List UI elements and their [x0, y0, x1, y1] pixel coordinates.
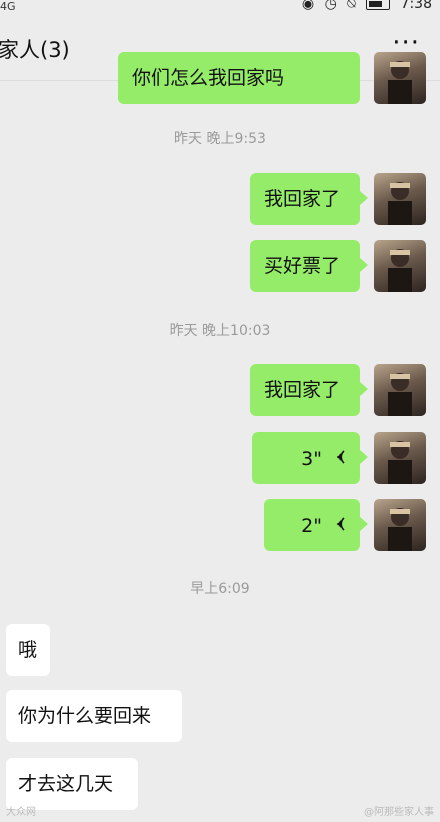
message-bubble-in[interactable]: 哦 — [6, 624, 50, 676]
message-bubble-out[interactable]: 我回家了 — [250, 364, 368, 416]
voice-wave-icon — [334, 433, 346, 485]
clock-icon: ◷ — [324, 0, 337, 12]
voice-wave-icon — [334, 500, 346, 552]
eye-icon: ◉ — [301, 0, 315, 12]
message-text: 买好票了 — [264, 255, 341, 277]
avatar[interactable] — [374, 52, 426, 104]
chat-title: 家人(3) — [0, 38, 70, 62]
signal-indicator: 4G — [0, 0, 16, 13]
message-list[interactable]: 你们怎么我回家吗 昨天 晚上9:53 我回家了 买好票了 昨天 晚上10:03 … — [0, 52, 440, 822]
timestamp: 早上6:09 — [190, 581, 250, 597]
message-bubble-out[interactable]: 买好票了 — [250, 240, 368, 292]
message-bubble-out[interactable]: 你们怎么我回家吗 — [118, 52, 360, 104]
watermark: 大众网 — [6, 807, 36, 818]
avatar[interactable] — [374, 364, 426, 416]
message-text: 我回家了 — [264, 379, 341, 401]
avatar[interactable] — [374, 499, 426, 551]
timestamp: 昨天 晚上9:53 — [174, 131, 266, 147]
avatar[interactable] — [374, 432, 426, 484]
status-icons: ◉ ◷ ⍉ 7:38 — [296, 0, 432, 12]
voice-message[interactable]: 2" — [264, 499, 368, 552]
watermark: @阿那些家人事 — [364, 807, 434, 818]
battery-icon — [366, 0, 391, 10]
timestamp: 昨天 晚上10:03 — [169, 323, 271, 339]
message-text: 你为什么要回来 — [18, 705, 152, 727]
message-bubble-in[interactable]: 你为什么要回来 — [6, 690, 182, 742]
voice-message[interactable]: 3" — [252, 432, 368, 485]
message-text: 你们怎么我回家吗 — [132, 67, 285, 89]
voice-duration: 3" — [301, 447, 322, 470]
voice-duration: 2" — [301, 514, 322, 537]
message-bubble-out[interactable]: 我回家了 — [250, 173, 368, 225]
clock-time: 7:38 — [400, 0, 432, 12]
status-bar: 4G ◉ ◷ ⍉ 7:38 — [0, 0, 440, 14]
message-text: 才去这几天 — [18, 773, 114, 795]
mute-icon: ⍉ — [347, 0, 356, 12]
message-text: 我回家了 — [264, 188, 341, 210]
message-text: 哦 — [18, 639, 38, 661]
avatar[interactable] — [374, 173, 426, 225]
avatar[interactable] — [374, 240, 426, 292]
